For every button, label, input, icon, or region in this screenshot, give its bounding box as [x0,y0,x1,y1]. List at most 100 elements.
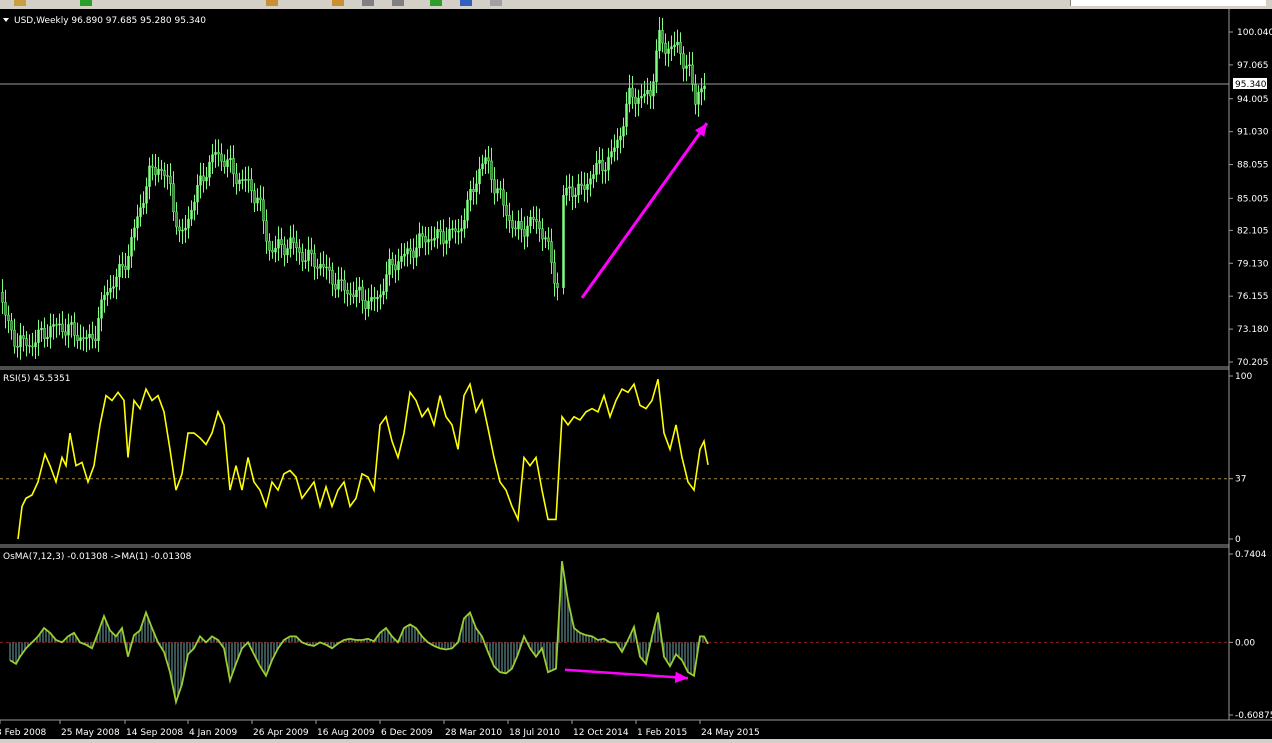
candle-body [649,89,652,97]
candle-body [325,266,328,269]
candle-body [103,294,106,301]
candle-body [586,184,589,190]
candle-body [283,244,286,256]
chart-canvas[interactable]: 100.040 97.065 94.005 91.030 88.055 85.005 82.… [0,9,1272,739]
nav-back-icon[interactable] [362,0,374,6]
candle-body [55,324,58,326]
candle-body [286,248,289,256]
candle-body [100,299,103,319]
candle-body [673,44,676,48]
candle-body [589,178,592,185]
candle-body [487,157,490,162]
candle-body [37,329,40,343]
candle-body [301,252,304,262]
candle-body [691,64,694,85]
candle-body [421,233,424,237]
candle-body [133,227,136,238]
x-tick-label: 16 Aug 2009 [317,728,375,738]
candle-body [610,151,613,158]
price-panel-header: USD,Weekly 96.890 97.685 95.280 95.340 [14,16,206,26]
candle-body [238,179,241,184]
candle-body [4,301,7,316]
candle-body [463,220,466,229]
candle-body [478,168,481,185]
current-price-label: 95.340 [1235,80,1267,90]
candle-body [97,318,100,341]
rsi-tick-label: 100 [1235,372,1252,382]
candle-body [598,159,601,164]
candle-body [466,199,469,221]
info-icon[interactable] [460,0,472,6]
candle-body [124,265,127,270]
candle-body [148,165,151,187]
redo-icon[interactable] [332,0,344,6]
osma-tick-label: -0.60875 [1235,711,1272,721]
candle-body [517,221,520,230]
candle-body [358,286,361,291]
price-tick-label: 100.040 [1237,28,1272,38]
candle-body [679,41,682,54]
candle-body [169,176,172,184]
candle-body [637,97,640,104]
candle-body [694,84,697,105]
candle-body [181,229,184,232]
candle-body [385,274,388,292]
candle-body [502,189,505,206]
candle-body [613,147,616,152]
zoom-icon[interactable] [490,0,502,6]
candle-body [322,264,325,268]
candle-body [328,266,331,271]
undo-icon[interactable] [266,0,278,6]
candle-body [295,242,298,248]
candle-body [319,264,322,269]
candle-body [271,250,274,253]
open-icon[interactable] [14,0,26,6]
candle-body [700,88,703,93]
candle-body [214,152,217,155]
candle-body [643,93,646,97]
candle-body [631,87,634,98]
nav-forward-icon[interactable] [392,0,404,6]
candle-body [460,228,463,232]
candle-body [658,30,661,52]
candle-body [511,220,514,229]
candle-body [94,338,97,341]
candle-body [259,197,262,201]
candle-body [634,96,637,104]
candle-body [364,300,367,310]
add-icon[interactable] [80,0,92,6]
candle-body [307,249,310,261]
price-tick-label: 97.065 [1237,61,1269,71]
candle-body [196,185,199,203]
plus-icon[interactable] [430,0,442,6]
candle-body [433,237,436,241]
candle-body [292,237,295,243]
price-tick-label: 85.005 [1237,194,1269,204]
candle-body [274,247,277,253]
candle-body [34,342,37,347]
candle-body [253,190,256,204]
candle-body [445,240,448,244]
candle-body [82,337,85,340]
candle-body [130,237,133,257]
candle-body [10,320,13,331]
candle-body [607,156,610,171]
candle-body [391,258,394,266]
candle-body [250,179,253,191]
candle-body [58,323,61,326]
candle-body [211,154,214,163]
candle-body [217,152,220,155]
toolbar-search-field[interactable] [1070,0,1266,6]
candle-body [562,195,565,288]
candle-body [64,331,67,336]
candle-body [163,170,166,176]
candle-body [535,219,538,222]
candle-body [601,159,604,171]
candle-body [232,158,235,175]
x-tick-label: 24 May 2015 [701,728,760,738]
chart-window[interactable]: 100.040 97.065 94.005 91.030 88.055 85.005 82.… [0,9,1272,739]
candle-body [619,135,622,141]
candle-body [73,322,76,336]
candle-body [16,346,19,348]
candle-body [106,291,109,296]
